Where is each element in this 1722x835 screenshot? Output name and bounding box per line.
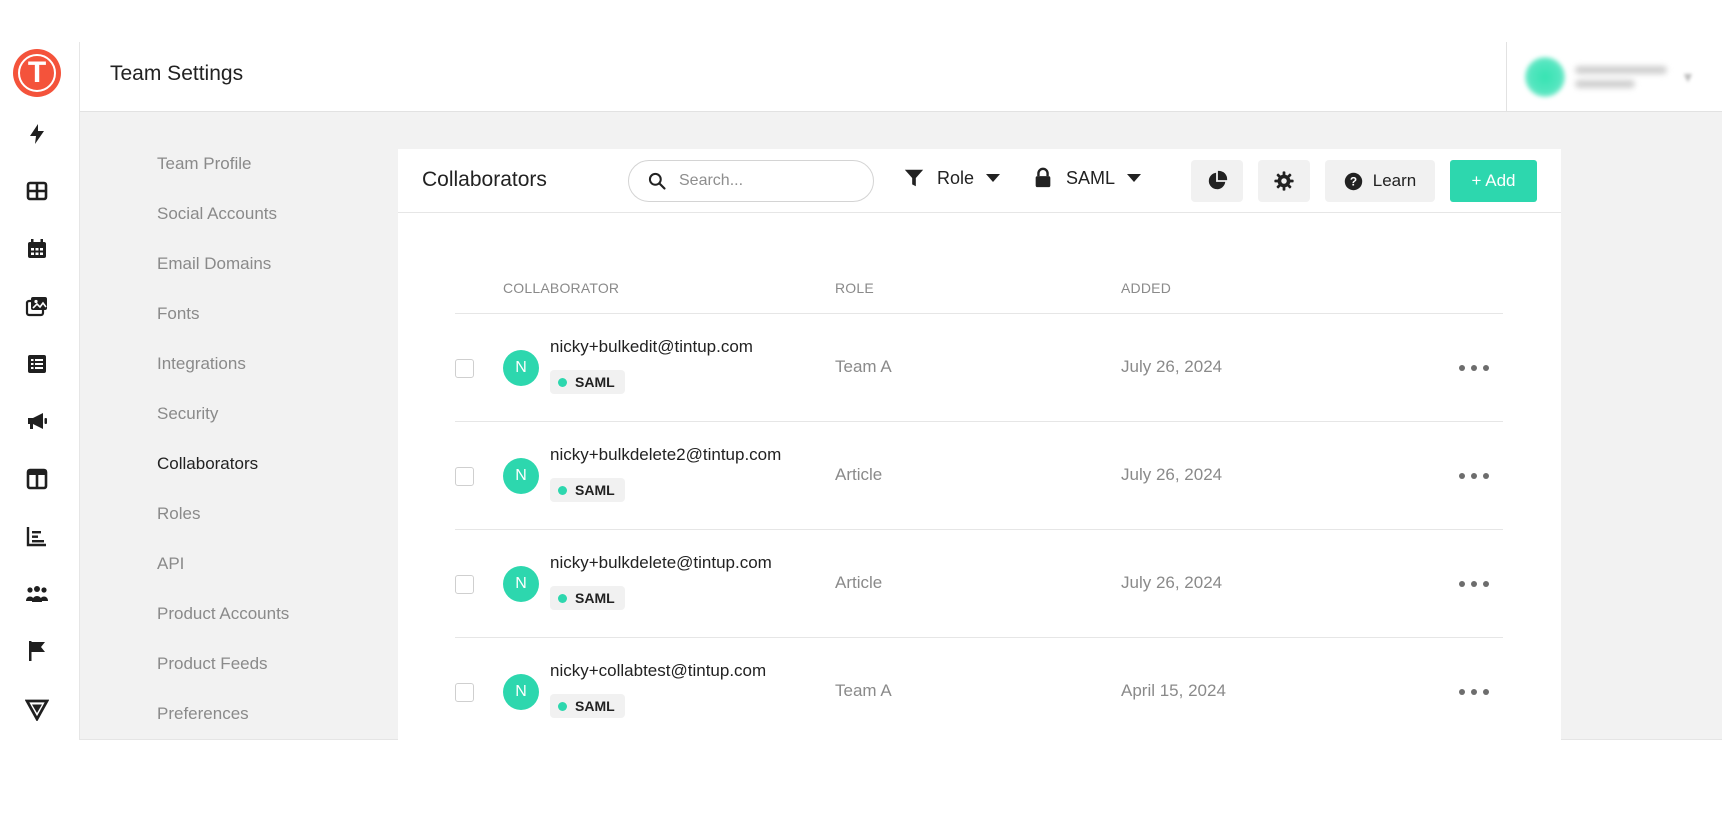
list-icon[interactable] — [22, 349, 52, 379]
panel-title: Collaborators — [422, 168, 547, 191]
table-row[interactable]: N nicky+collabtest@tintup.com SAML Team … — [455, 638, 1503, 740]
avatar: N — [503, 350, 539, 386]
avatar — [1525, 57, 1565, 97]
page-title: Team Settings — [110, 62, 244, 85]
collaborator-role: Article — [835, 573, 883, 592]
logo-letter: T — [18, 54, 56, 92]
table-row[interactable]: N nicky+bulkdelete2@tintup.com SAML Arti… — [455, 422, 1503, 530]
filter-icon — [904, 169, 924, 187]
collaborator-email: nicky+bulkedit@tintup.com — [550, 337, 753, 356]
avatar: N — [503, 458, 539, 494]
nav-item-social-accounts[interactable]: Social Accounts — [157, 204, 277, 224]
media-icon[interactable] — [22, 291, 52, 321]
status-dot-icon — [558, 377, 567, 387]
row-checkbox[interactable] — [455, 467, 474, 486]
panel-toolbar: Collaborators Role SAML — [398, 149, 1561, 213]
collaborator-email: nicky+bulkdelete2@tintup.com — [550, 445, 782, 464]
collaborator-added-date: July 26, 2024 — [1121, 573, 1223, 592]
add-collaborator-button[interactable]: + Add — [1450, 160, 1537, 202]
search-box[interactable] — [628, 160, 874, 202]
status-badge: SAML — [550, 586, 625, 610]
nav-item-product-accounts[interactable]: Product Accounts — [157, 604, 289, 624]
bolt-icon[interactable] — [22, 119, 52, 149]
role-filter-label: Role — [937, 167, 975, 188]
nav-item-roles[interactable]: Roles — [157, 504, 200, 524]
learn-label: Learn — [1372, 171, 1417, 190]
column-header-role: ROLE — [835, 280, 874, 296]
bar-chart-icon[interactable] — [22, 521, 52, 551]
collaborator-role: Article — [835, 465, 883, 484]
column-header-added: ADDED — [1121, 280, 1172, 296]
collaborator-email: nicky+bulkdelete@tintup.com — [550, 553, 772, 572]
collaborator-added-date: July 26, 2024 — [1121, 357, 1223, 376]
app-logo[interactable]: T — [13, 49, 61, 97]
column-header-collaborator: COLLABORATOR — [503, 280, 620, 296]
status-badge: SAML — [550, 370, 625, 394]
badge-label: SAML — [575, 482, 615, 498]
status-badge: SAML — [550, 694, 625, 718]
layout-icon[interactable] — [22, 464, 52, 494]
avatar: N — [503, 566, 539, 602]
nav-item-team-profile[interactable]: Team Profile — [157, 154, 251, 174]
more-options-icon[interactable] — [1459, 466, 1489, 486]
more-options-icon[interactable] — [1459, 358, 1489, 378]
badge-label: SAML — [575, 590, 615, 606]
lock-icon — [1035, 167, 1051, 188]
flag-icon[interactable] — [22, 636, 52, 666]
nav-item-integrations[interactable]: Integrations — [157, 354, 246, 374]
caret-down-icon — [1127, 174, 1142, 182]
left-rail: T — [0, 42, 80, 740]
user-menu[interactable]: ▼ — [1506, 42, 1722, 112]
chevron-down-icon: ▼ — [1681, 69, 1695, 85]
search-input[interactable] — [679, 172, 859, 190]
nav-item-api[interactable]: API — [157, 554, 184, 574]
analytics-button[interactable] — [1191, 160, 1243, 202]
avatar: N — [503, 674, 539, 710]
status-dot-icon — [558, 485, 567, 495]
row-checkbox[interactable] — [455, 683, 474, 702]
help-circle-icon: ? — [1344, 172, 1362, 190]
badge-label: SAML — [575, 698, 615, 714]
status-dot-icon — [558, 593, 567, 603]
saml-filter-dropdown[interactable]: SAML — [1032, 167, 1142, 189]
svg-text:?: ? — [1350, 174, 1357, 188]
nav-item-collaborators[interactable]: Collaborators — [157, 454, 258, 474]
row-checkbox[interactable] — [455, 359, 474, 378]
collaborator-added-date: April 15, 2024 — [1121, 681, 1226, 700]
collaborator-role: Team A — [835, 681, 892, 700]
nav-item-fonts[interactable]: Fonts — [157, 304, 200, 324]
role-filter-dropdown[interactable]: Role — [903, 167, 1001, 189]
nav-item-product-feeds[interactable]: Product Feeds — [157, 654, 268, 674]
people-icon[interactable] — [22, 579, 52, 609]
gear-icon — [1274, 171, 1294, 191]
pie-chart-icon — [1208, 170, 1228, 190]
row-checkbox[interactable] — [455, 575, 474, 594]
table-row[interactable]: N nicky+bulkdelete@tintup.com SAML Artic… — [455, 530, 1503, 638]
user-name-blurred — [1575, 60, 1667, 94]
badge-label: SAML — [575, 374, 615, 390]
app-window: T Team Settings ▼ Team Profile Social Ac… — [0, 42, 1722, 740]
status-badge: SAML — [550, 478, 625, 502]
caret-down-icon — [986, 174, 1001, 182]
collaborators-panel: Collaborators Role SAML — [398, 149, 1561, 740]
more-options-icon[interactable] — [1459, 574, 1489, 594]
collaborator-added-date: July 26, 2024 — [1121, 465, 1223, 484]
table-row[interactable]: N nicky+bulkedit@tintup.com SAML Team A … — [455, 314, 1503, 422]
status-dot-icon — [558, 701, 567, 711]
collaborator-email: nicky+collabtest@tintup.com — [550, 661, 767, 680]
top-header: Team Settings ▼ — [80, 42, 1722, 112]
more-options-icon[interactable] — [1459, 682, 1489, 702]
search-icon — [648, 172, 666, 190]
learn-button[interactable]: ? Learn — [1325, 160, 1435, 202]
nav-item-security[interactable]: Security — [157, 404, 218, 424]
saml-filter-label: SAML — [1066, 167, 1116, 188]
settings-button[interactable] — [1258, 160, 1310, 202]
calendar-icon[interactable] — [22, 234, 52, 264]
nav-item-email-domains[interactable]: Email Domains — [157, 254, 271, 274]
collaborator-role: Team A — [835, 357, 892, 376]
megaphone-icon[interactable] — [22, 406, 52, 436]
triangle-logo-icon[interactable] — [22, 694, 52, 724]
grid-icon[interactable] — [22, 176, 52, 206]
nav-item-preferences[interactable]: Preferences — [157, 704, 249, 724]
